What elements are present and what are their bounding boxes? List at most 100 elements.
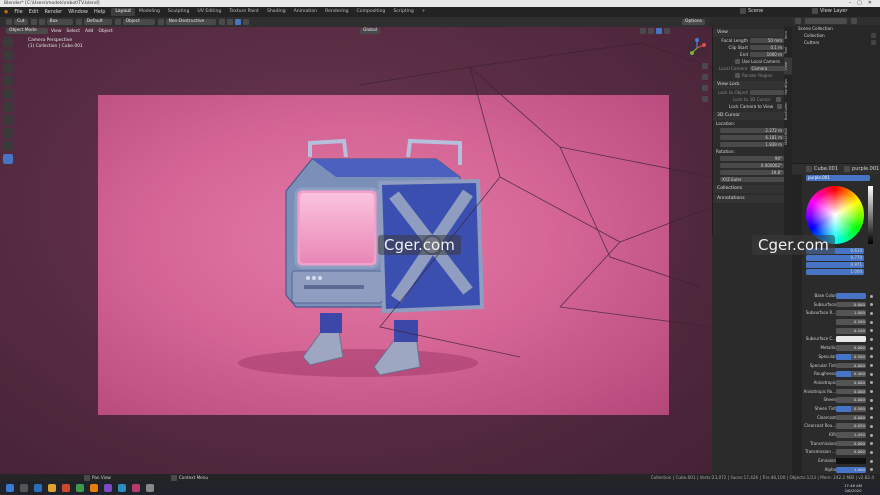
option-d-icon[interactable] <box>242 19 249 25</box>
node-socket-icon[interactable] <box>870 364 873 367</box>
cursor-loc-x-field[interactable]: 2.272 m <box>720 127 784 134</box>
viewport-menu-select[interactable]: Select <box>66 29 80 34</box>
outliner-scene-collection[interactable]: Scene Collection <box>792 25 880 32</box>
lock-to-object-field[interactable] <box>750 89 784 96</box>
material-input-field[interactable]: 0.500 <box>836 353 866 360</box>
object-mode-dropdown[interactable]: Object Mode <box>6 28 48 34</box>
cursor-rot-x-field[interactable]: 90° <box>720 155 784 162</box>
boxcutter-tool-icon[interactable] <box>3 141 13 151</box>
sidebar-tab-boxcutter[interactable]: BoxCutter <box>784 98 792 124</box>
app-icon-6[interactable] <box>146 484 154 492</box>
outliner-item-collection[interactable]: Collection <box>792 32 880 39</box>
rotation-mode-dropdown[interactable]: XYZ Euler <box>720 176 785 183</box>
view-layer-selector[interactable]: View Layer <box>812 8 847 14</box>
tab-sculpting[interactable]: Sculpting <box>164 8 193 16</box>
node-socket-icon[interactable] <box>870 320 873 324</box>
node-socket-icon[interactable] <box>870 424 873 428</box>
search-icon[interactable] <box>20 484 28 492</box>
option-c-icon[interactable] <box>234 19 241 25</box>
node-socket-icon[interactable] <box>870 407 873 411</box>
material-input-field[interactable]: 0.000 <box>836 345 866 351</box>
collections-section-header[interactable]: Collections <box>713 185 785 193</box>
ortho-toggle-icon[interactable] <box>702 96 708 102</box>
app-icon-2[interactable] <box>76 484 84 492</box>
tab-uv-editing[interactable]: UV Editing <box>193 8 225 16</box>
tab-animation[interactable]: Animation <box>290 8 321 16</box>
node-socket-icon[interactable] <box>870 355 873 359</box>
material-input-field[interactable]: 0.000 <box>836 379 866 386</box>
node-socket-icon[interactable] <box>870 450 873 454</box>
knife-tool-icon[interactable] <box>6 19 12 25</box>
tab-shading[interactable]: Shading <box>263 8 290 16</box>
brightness-slider[interactable] <box>868 186 873 244</box>
material-input-field[interactable]: 0.030 <box>836 423 866 430</box>
blender-taskbar-icon[interactable] <box>90 484 98 492</box>
material-input-field[interactable]: 0.000 <box>836 397 866 404</box>
taskbar-clock[interactable]: 17:46 AM 2/6/2020 <box>844 483 862 493</box>
viewport-menu-object[interactable]: Object <box>98 29 112 34</box>
material-input-field[interactable] <box>836 293 866 299</box>
material-input-field[interactable]: 0.000 <box>836 440 866 447</box>
sidebar-tab-machin3[interactable]: MACHIN3 <box>784 124 792 149</box>
viewport-menu-add[interactable]: Add <box>85 29 94 34</box>
sidebar-tab-item[interactable]: Item <box>784 27 792 43</box>
sidebar-tab-hardops[interactable]: HardOps <box>784 75 792 99</box>
tab-rendering[interactable]: Rendering <box>321 8 352 16</box>
material-input-field[interactable]: 0.000 <box>836 362 866 369</box>
camera-view-icon[interactable] <box>702 85 708 91</box>
material-slot-field[interactable]: purple.001 <box>806 175 870 181</box>
node-socket-icon[interactable] <box>870 381 873 385</box>
menu-file[interactable]: File <box>14 9 22 15</box>
option-a-icon[interactable] <box>218 19 225 25</box>
zoom-icon[interactable] <box>702 63 708 69</box>
outliner-item-cutters[interactable]: Cutters <box>792 39 880 46</box>
tab-modeling[interactable]: Modeling <box>135 8 164 16</box>
menu-help[interactable]: Help <box>94 9 105 15</box>
color-field-g[interactable]: 0.770 <box>806 255 864 261</box>
transform-orientation-dropdown[interactable]: Global <box>360 28 381 34</box>
material-input-field[interactable]: 0.100 <box>836 327 866 334</box>
material-input-field[interactable]: 1.450 <box>836 432 866 438</box>
node-socket-icon[interactable] <box>870 398 873 402</box>
node-socket-icon[interactable] <box>870 311 873 315</box>
add-workspace-button[interactable]: + <box>418 8 430 16</box>
visibility-eye-icon[interactable] <box>871 33 876 38</box>
rotate-tool-icon[interactable] <box>3 76 13 86</box>
render-region-checkbox[interactable] <box>735 73 740 78</box>
mode2-icon[interactable] <box>38 19 45 25</box>
annotate-tool-icon[interactable] <box>3 115 13 125</box>
menu-edit[interactable]: Edit <box>29 9 39 15</box>
option-b-icon[interactable] <box>226 19 233 25</box>
snap-icon[interactable] <box>157 19 164 25</box>
cursor-rot-y-field[interactable]: 0.000002° <box>720 162 784 169</box>
node-socket-icon[interactable] <box>870 416 873 420</box>
cursor-rot-z-field[interactable]: 19.8° <box>720 169 784 176</box>
box-dropdown[interactable]: Box <box>46 19 73 25</box>
select-tool-icon[interactable] <box>3 37 13 47</box>
app-icon-4[interactable] <box>118 484 126 492</box>
transform-tool-icon[interactable] <box>3 102 13 112</box>
material-input-field[interactable]: 0.000 <box>836 449 866 456</box>
node-socket-icon[interactable] <box>870 329 873 333</box>
material-input-field[interactable]: 0.200 <box>836 319 866 325</box>
material-input-field[interactable]: 1.000 <box>836 310 866 317</box>
node-socket-icon[interactable] <box>870 390 873 394</box>
tab-compositing[interactable]: Compositing <box>353 8 390 16</box>
move-tool-icon[interactable] <box>3 63 13 73</box>
material-input-field[interactable]: 0.000 <box>836 301 866 308</box>
blender-logo-icon[interactable]: ◉ <box>4 9 8 15</box>
app-icon-5[interactable] <box>132 484 140 492</box>
menu-window[interactable]: Window <box>68 9 88 15</box>
start-button-icon[interactable] <box>6 484 14 492</box>
navigation-gizmo[interactable] <box>686 37 708 59</box>
non-destructive-dropdown[interactable]: Non-Destructive <box>165 19 216 25</box>
app-icon-3[interactable] <box>104 484 112 492</box>
material-input-field[interactable]: 0.000 <box>836 388 866 395</box>
explorer-icon[interactable] <box>48 484 56 492</box>
node-socket-icon[interactable] <box>870 372 873 376</box>
scene-selector[interactable]: Scene <box>740 8 763 14</box>
mode-icon[interactable] <box>30 19 37 25</box>
clip-start-field[interactable]: 0.1 m <box>750 44 784 51</box>
cut-button[interactable]: Cut <box>14 19 28 25</box>
filter-icon[interactable] <box>851 18 857 24</box>
